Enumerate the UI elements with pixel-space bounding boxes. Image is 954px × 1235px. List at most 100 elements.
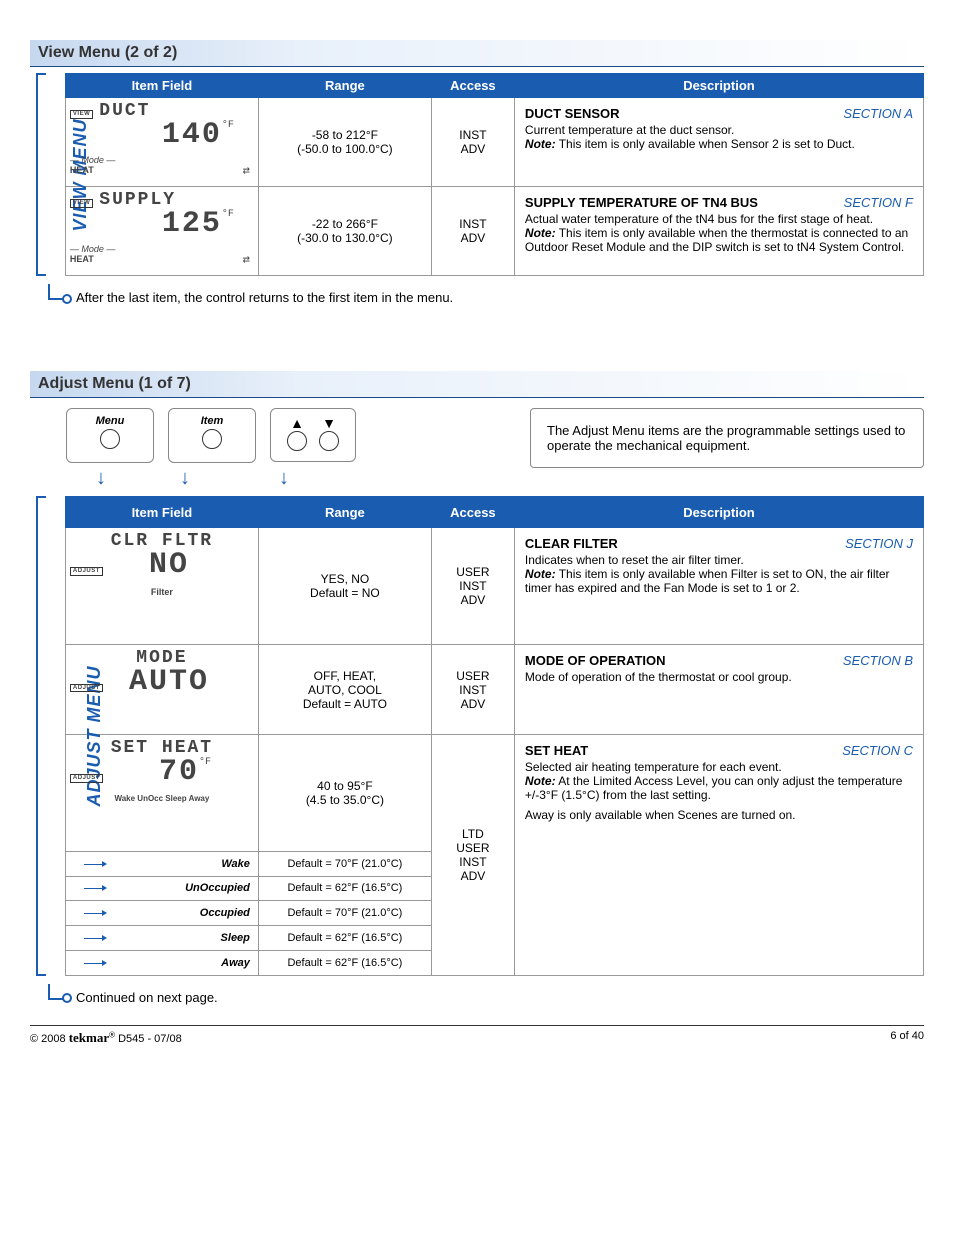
lcd-badge: ADJUST [70, 567, 103, 576]
adjust-menu-header: Adjust Menu (1 of 7) [30, 371, 924, 398]
section-ref: SECTION J [845, 536, 913, 551]
adjust-menu-block: ADJUST MENU Item Field Range Access Desc… [30, 496, 924, 976]
range-cell: -58 to 212°F (-50.0 to 100.0°C) [258, 98, 431, 187]
desc-title: SUPPLY TEMPERATURE OF TN4 BUS [525, 195, 758, 210]
desc-note: This item is only available when the the… [525, 226, 908, 254]
desc-note: This item is only available when Sensor … [559, 137, 855, 151]
range-line: OFF, HEAT, AUTO, COOL [267, 669, 423, 697]
footer-brand: tekmar [69, 1030, 109, 1045]
lcd-mode-label: — Mode — [70, 155, 116, 165]
table-row: VIEW SUPPLY 125°F — Mode —HEAT ⇄ -22 to … [65, 187, 923, 276]
button-icon [202, 429, 222, 449]
table-row: VIEW DUCT 140°F — Mode —HEAT ⇄ -58 to 21… [65, 98, 923, 187]
range-f: -58 to 212°F [267, 128, 423, 142]
table-row: CLR FLTR ADJUST NO Filter YES, NO Defaul… [65, 528, 923, 644]
table-row: SET HEAT ADJUST 70°F Wake UnOcc Sleep Aw… [65, 735, 923, 851]
sub-label: Wake [65, 851, 258, 876]
desc-body: Mode of operation of the thermostat or c… [525, 670, 913, 684]
lcd-value: 70 [159, 755, 199, 789]
access-2: ADV [440, 231, 506, 245]
button-icon [319, 431, 339, 451]
lcd-badge: ADJUST [70, 774, 103, 783]
lcd-events: Wake UnOcc Sleep Away [70, 795, 254, 804]
lcd-mode-label: — Mode — [70, 244, 116, 254]
lcd-value: 140 [162, 118, 222, 152]
range-cell: -22 to 266°F (-30.0 to 130.0°C) [258, 187, 431, 276]
section-ref: SECTION B [843, 653, 913, 668]
range-default: Default = AUTO [267, 697, 423, 711]
sub-label: Occupied [65, 901, 258, 926]
adjust-menu-side-label: ADJUST MENU [36, 496, 65, 976]
access-1: INST [440, 128, 506, 142]
flow-arrow-icon: ↓ [234, 467, 334, 490]
sub-default: Default = 62°F (16.5°C) [258, 876, 431, 901]
col-range: Range [258, 74, 431, 98]
view-menu-side-label: VIEW MENU [36, 73, 65, 276]
table-row: MODE ADJUST AUTO OFF, HEAT, AUTO, COOL D… [65, 644, 923, 734]
range-c: (-50.0 to 100.0°C) [267, 142, 423, 156]
lcd-mode-value: HEAT [70, 165, 94, 175]
note-label: Note: [525, 567, 556, 581]
section-ref: SECTION F [844, 195, 913, 210]
desc-title: DUCT SENSOR [525, 106, 620, 121]
sub-label: UnOccupied [65, 876, 258, 901]
item-button[interactable]: Item [168, 408, 256, 463]
desc-cell: CLEAR FILTER SECTION J Indicates when to… [514, 528, 923, 644]
section-ref: SECTION C [842, 743, 913, 758]
lcd-badge: ADJUST [70, 684, 103, 693]
note-label: Note: [525, 226, 556, 240]
desc-cell: MODE OF OPERATION SECTION B Mode of oper… [514, 644, 923, 734]
desc-cell: DUCT SENSOR SECTION A Current temperatur… [514, 98, 923, 187]
lcd-value: 125 [162, 207, 222, 241]
adjust-menu-table: Item Field Range Access Description CLR … [65, 496, 924, 976]
range-c: (4.5 to 35.0°C) [267, 793, 423, 807]
sub-default: Default = 62°F (16.5°C) [258, 926, 431, 951]
access-cell: INST ADV [431, 98, 514, 187]
fan-icon: ⇄ [243, 254, 250, 267]
lcd-bottom: Filter [70, 588, 254, 598]
range-line: 40 to 95°F [267, 779, 423, 793]
footer-doc: D545 - 07/08 [118, 1033, 182, 1045]
menu-button[interactable]: Menu [66, 408, 154, 463]
lcd-mode-value: HEAT [70, 254, 94, 264]
flow-arrow-icon: ↓ [66, 467, 136, 490]
access-1: INST [440, 217, 506, 231]
desc-note: This item is only available when Filter … [525, 567, 890, 595]
sub-default: Default = 70°F (21.0°C) [258, 901, 431, 926]
access-cell: LTD USER INST ADV [431, 735, 514, 976]
access-2: ADV [440, 142, 506, 156]
arrow-buttons[interactable]: ▲ ▼ [270, 408, 356, 462]
lcd-badge: VIEW [70, 110, 93, 119]
desc-extra: Away is only available when Scenes are t… [525, 808, 913, 822]
col-range: Range [258, 497, 431, 528]
sub-default: Default = 70°F (21.0°C) [258, 851, 431, 876]
col-item: Item Field [65, 74, 258, 98]
button-icon [287, 431, 307, 451]
access-cell: USER INST ADV [431, 644, 514, 734]
section-ref: SECTION A [843, 106, 913, 121]
adjust-info-box: The Adjust Menu items are the programmab… [530, 408, 924, 468]
col-access: Access [431, 74, 514, 98]
down-arrow-icon: ▼ [322, 415, 336, 431]
view-menu-header: View Menu (2 of 2) [30, 40, 924, 67]
desc-title: SET HEAT [525, 743, 588, 758]
desc-body: Current temperature at the duct sensor. [525, 123, 913, 137]
access-cell: USER INST ADV [431, 528, 514, 644]
footer-page: 6 of 40 [890, 1030, 924, 1046]
lcd-badge: VIEW [70, 199, 93, 208]
item-field: CLR FLTR ADJUST NO Filter [65, 528, 258, 644]
desc-title: CLEAR FILTER [525, 536, 618, 551]
note-label: Note: [525, 137, 556, 151]
after-note-text: After the last item, the control returns… [76, 290, 453, 305]
range-f: -22 to 266°F [267, 217, 423, 231]
page-footer: © 2008 tekmar® D545 - 07/08 6 of 40 [30, 1025, 924, 1046]
continued-text: Continued on next page. [76, 990, 218, 1005]
range-cell: YES, NO Default = NO [258, 528, 431, 644]
range-c: (-30.0 to 130.0°C) [267, 231, 423, 245]
desc-body: Actual water temperature of the tN4 bus … [525, 212, 913, 226]
col-desc: Description [514, 74, 923, 98]
lcd-unit: °F [199, 757, 211, 768]
sub-label: Sleep [65, 926, 258, 951]
button-row: Menu Item ▲ ▼ [66, 408, 356, 463]
item-button-label: Item [187, 415, 237, 427]
